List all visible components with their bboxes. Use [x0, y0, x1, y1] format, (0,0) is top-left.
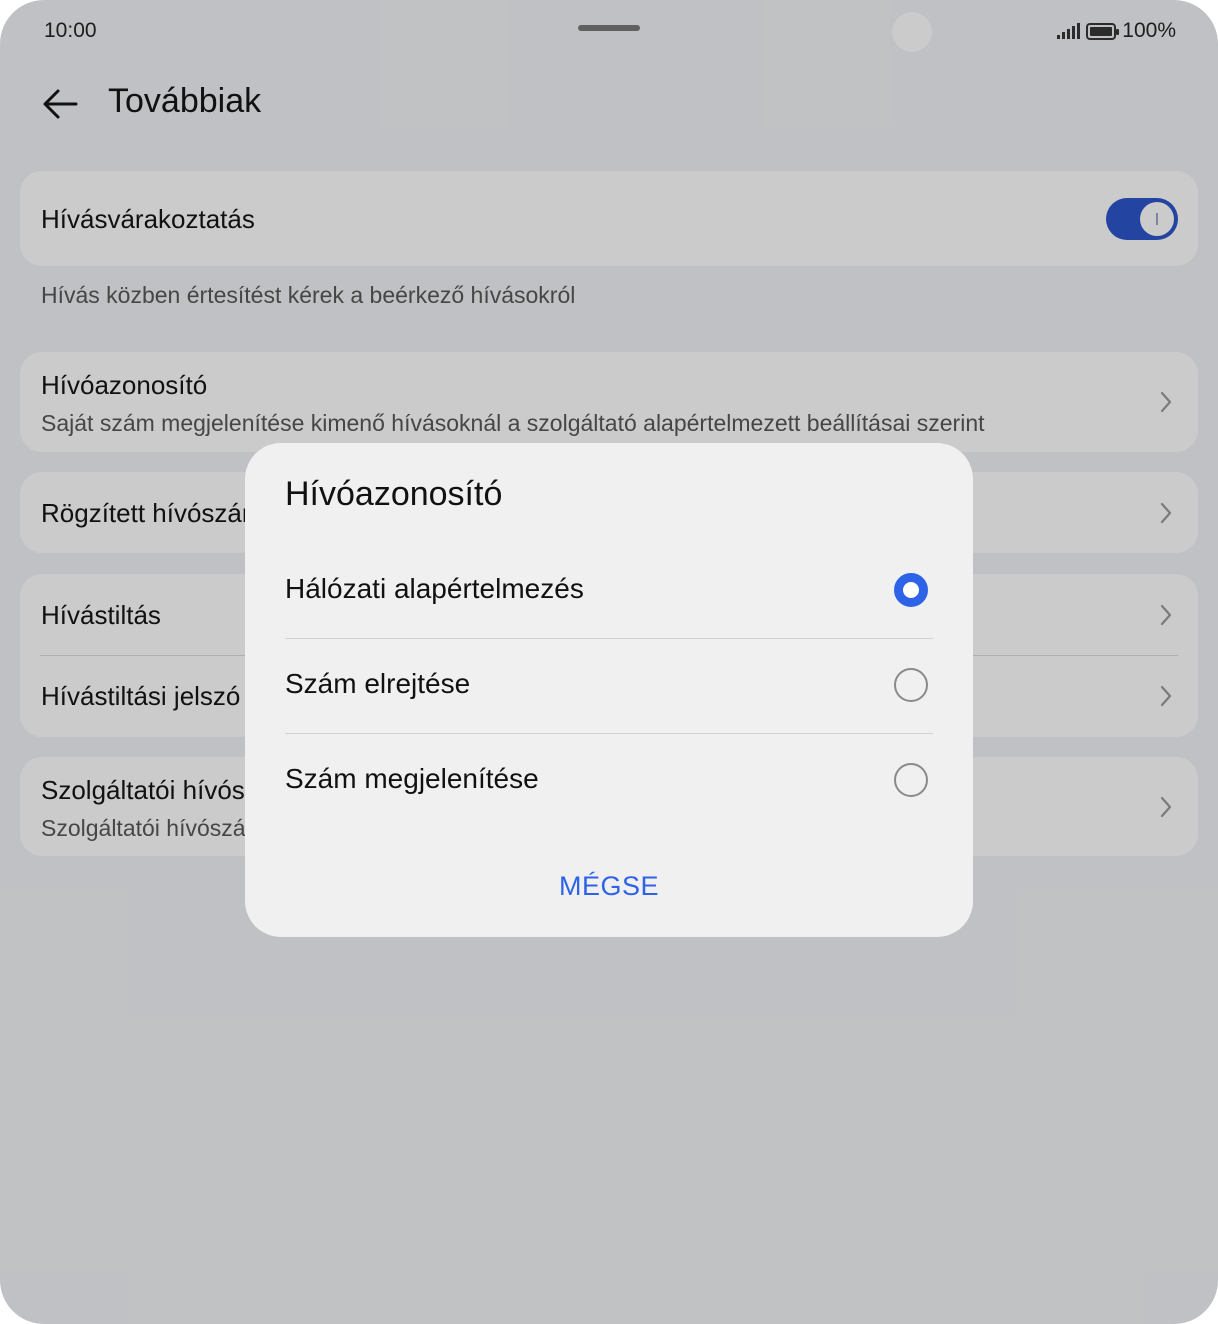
option-show-number[interactable]: Szám megjelenítése: [245, 733, 973, 828]
radio-unselected-icon[interactable]: [894, 668, 928, 702]
option-label: Szám megjelenítése: [285, 763, 539, 794]
radio-selected-icon[interactable]: [894, 573, 928, 607]
option-label: Hálózati alapértelmezés: [285, 573, 584, 604]
option-hide-number[interactable]: Szám elrejtése: [245, 638, 973, 733]
radio-unselected-icon[interactable]: [894, 763, 928, 797]
dialog-title: Hívóazonosító: [285, 475, 503, 513]
phone-screen: 10:00 100% Továbbiak Hívásvárakoztatás H…: [0, 0, 1218, 1324]
caller-id-dialog: Hívóazonosító Hálózati alapértelmezés Sz…: [245, 443, 973, 937]
cancel-button[interactable]: MÉGSE: [245, 871, 973, 902]
option-label: Szám elrejtése: [285, 668, 471, 699]
option-network-default[interactable]: Hálózati alapértelmezés: [245, 543, 973, 638]
